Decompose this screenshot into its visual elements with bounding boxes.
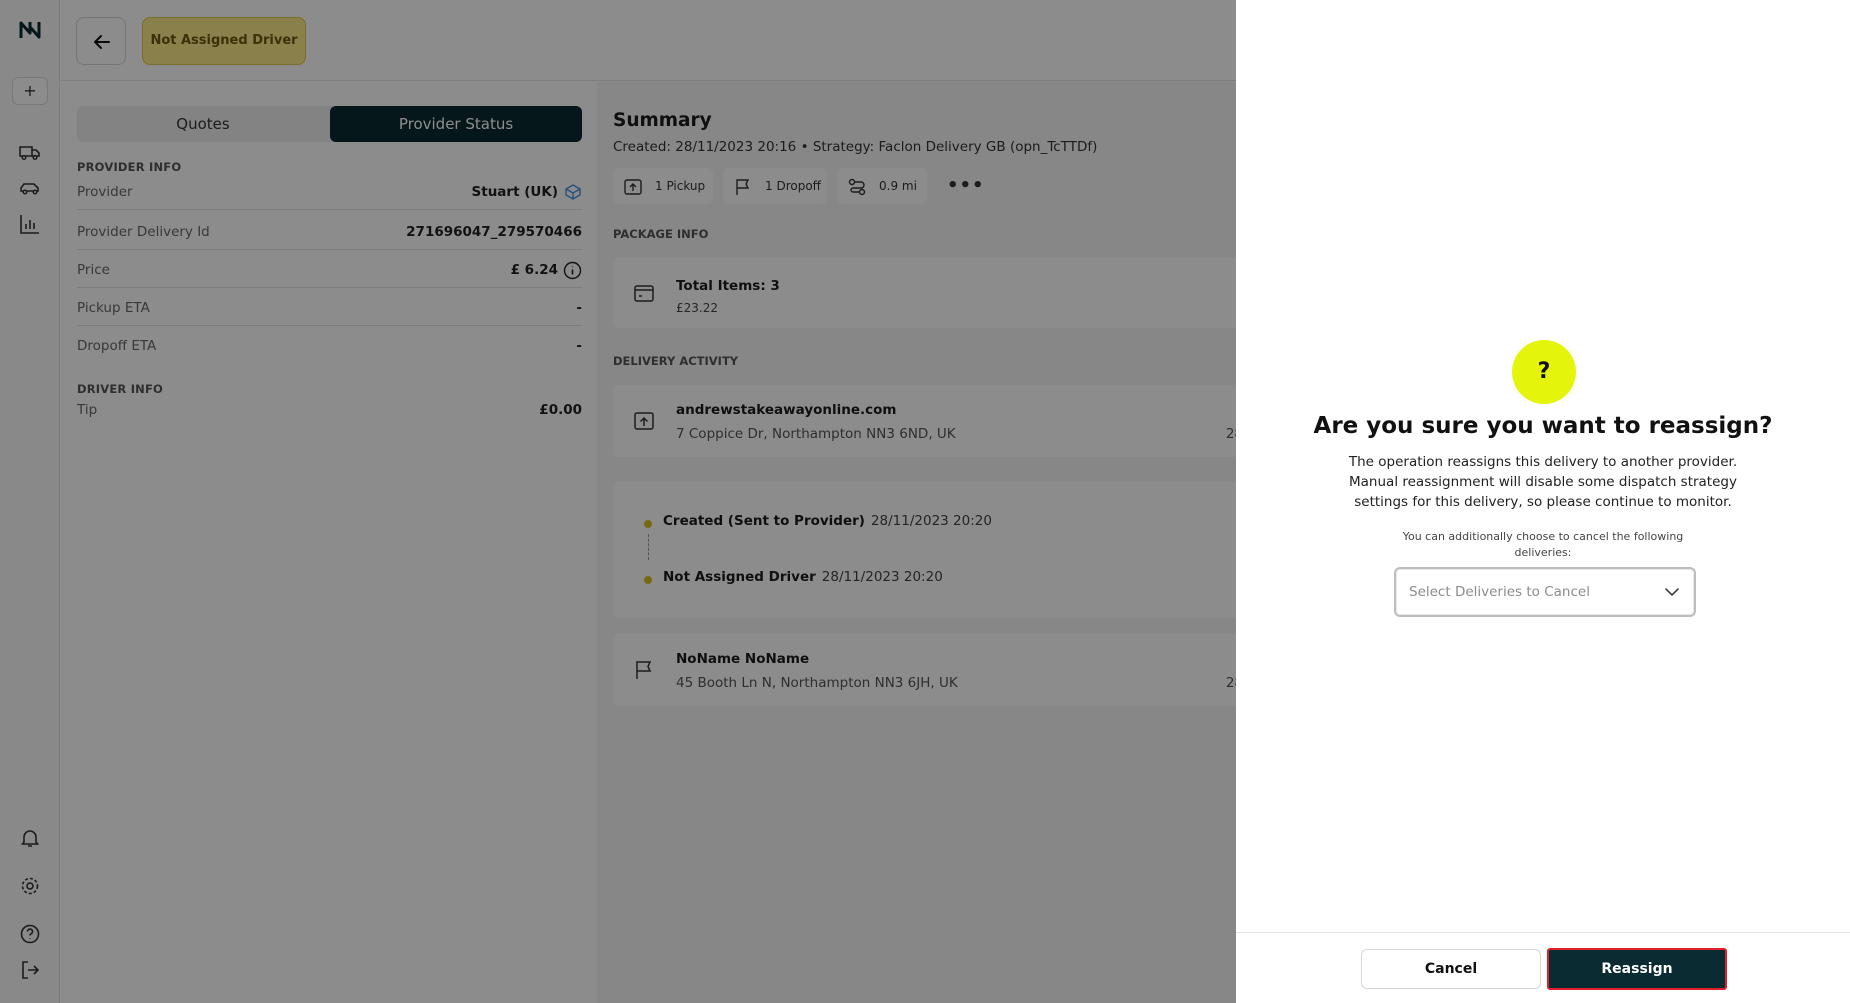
chevron-down-icon bbox=[1665, 588, 1679, 596]
cancel-deliveries-select[interactable]: Select Deliveries to Cancel bbox=[1394, 567, 1696, 617]
dialog-title: Are you sure you want to reassign? bbox=[1313, 413, 1773, 439]
question-icon: ? bbox=[1512, 340, 1576, 404]
cancel-button[interactable]: Cancel bbox=[1361, 949, 1541, 989]
modal-backdrop[interactable] bbox=[0, 0, 1236, 1003]
reassign-dialog: ? Are you sure you want to reassign? The… bbox=[1236, 0, 1850, 1003]
reassign-button[interactable]: Reassign bbox=[1547, 948, 1727, 990]
dialog-note: You can additionally choose to cancel th… bbox=[1402, 530, 1684, 559]
dialog-description: The operation reassigns this delivery to… bbox=[1348, 454, 1738, 510]
select-placeholder: Select Deliveries to Cancel bbox=[1409, 584, 1590, 600]
dialog-footer: Cancel Reassign bbox=[1236, 932, 1850, 1003]
